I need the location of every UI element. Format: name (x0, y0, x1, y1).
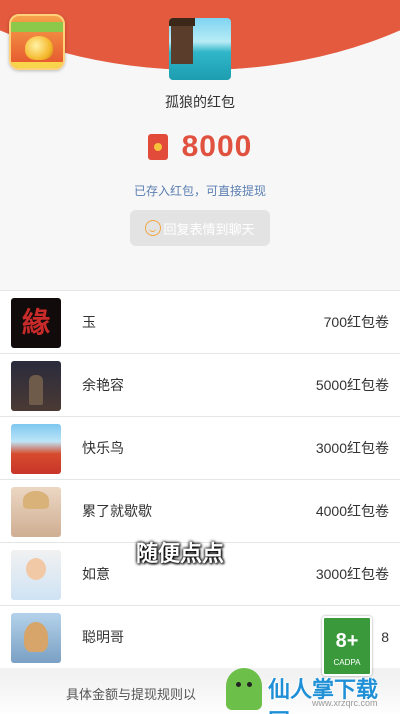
sender-avatar[interactable] (169, 18, 231, 80)
packet-amount: 8000 (181, 130, 253, 163)
footer-note: 具体金额与提现规则以 (66, 687, 197, 702)
recipient-name: 聪明哥 (82, 629, 124, 645)
amount-row: 8000 (0, 130, 400, 164)
smile-icon (145, 220, 162, 236)
recipient-amount: 4000红包卷 (315, 503, 389, 519)
recipient-amount: 8 (381, 629, 389, 645)
recipient-name: 快乐鸟 (82, 440, 124, 456)
stored-withdraw-link[interactable]: 已存入红包，可直接提现 (0, 182, 400, 199)
recipient-amount: 3000红包卷 (315, 566, 389, 582)
video-caption: 随便点点 (136, 541, 225, 566)
reply-button-label: 回复表情到聊天 (163, 221, 255, 237)
watermark: 仙人掌下载网 www.xrzqrc.com (212, 666, 398, 714)
recipient-amount: 5000红包卷 (315, 377, 389, 393)
recipient-name: 累了就歇歇 (82, 503, 152, 519)
recipient-name: 玉 (82, 314, 96, 330)
recipient-amount: 3000红包卷 (315, 440, 389, 456)
list-item[interactable]: 快乐鸟 3000红包卷 (0, 416, 400, 479)
avatar (11, 550, 61, 600)
watermark-url: www.xrzqrc.com (312, 698, 378, 708)
sender-name: 孤狼的红包 (165, 94, 235, 110)
avatar (11, 613, 61, 663)
recipient-list: 緣 玉 700红包卷 余艳容 5000红包卷 快乐鸟 3000红包卷 累了就歇歇… (0, 290, 400, 668)
reply-emoji-button[interactable]: 回复表情到聊天 (130, 210, 270, 246)
list-item[interactable]: 累了就歇歇 4000红包卷 (0, 479, 400, 542)
age-rating: 8+ (335, 630, 359, 652)
recipient-name: 余艳容 (82, 377, 124, 393)
avatar (11, 487, 61, 537)
avatar: 緣 (11, 298, 61, 348)
list-item[interactable]: 余艳容 5000红包卷 (0, 353, 400, 416)
avatar (11, 424, 61, 474)
avatar (11, 361, 61, 411)
list-item[interactable]: 緣 玉 700红包卷 (0, 290, 400, 353)
recipient-name: 如意 (82, 566, 110, 582)
app-logo-icon (9, 14, 65, 70)
cactus-icon (226, 668, 262, 710)
header-area: 孤狼的红包 8000 已存入红包，可直接提现 回复表情到聊天 (0, 0, 400, 290)
red-packet-icon (147, 134, 168, 160)
recipient-amount: 700红包卷 (323, 314, 389, 330)
